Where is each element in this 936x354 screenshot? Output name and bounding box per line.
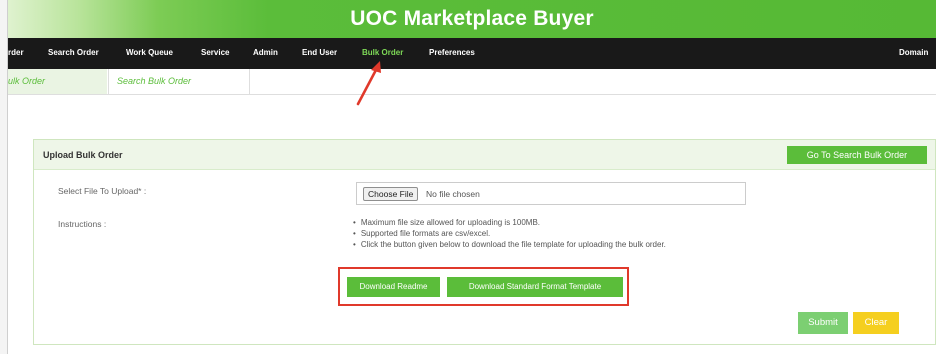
- download-readme-button[interactable]: Download Readme: [347, 277, 440, 297]
- panel-header: Upload Bulk Order Go To Search Bulk Orde…: [34, 140, 935, 170]
- instruction-item: Click the button given below to download…: [353, 239, 666, 250]
- nav-item-domain[interactable]: Domain: [899, 48, 928, 57]
- nav-item-end-user[interactable]: End User: [302, 48, 337, 57]
- nav-item-admin[interactable]: Admin: [253, 48, 278, 57]
- go-to-search-bulk-order-button[interactable]: Go To Search Bulk Order: [787, 146, 927, 164]
- nav-item-work-queue[interactable]: Work Queue: [126, 48, 173, 57]
- instruction-item: Maximum file size allowed for uploading …: [353, 217, 666, 228]
- clear-button[interactable]: Clear: [853, 312, 899, 334]
- instructions-label: Instructions :: [58, 219, 107, 229]
- panel-title: Upload Bulk Order: [43, 150, 123, 160]
- choose-file-button[interactable]: Choose File: [363, 187, 419, 201]
- sub-tabs: ulk Order Search Bulk Order: [8, 69, 936, 95]
- main-navbar: rder Search Order Work Queue Service Adm…: [8, 38, 936, 69]
- tab-bulk-order[interactable]: ulk Order: [8, 69, 107, 94]
- app-title: UOC Marketplace Buyer: [350, 7, 594, 30]
- nav-item-bulk-order[interactable]: Bulk Order: [362, 48, 403, 57]
- file-input[interactable]: Choose File No file chosen: [356, 182, 746, 205]
- download-template-button[interactable]: Download Standard Format Template: [447, 277, 623, 297]
- red-arrow-icon: [356, 61, 381, 106]
- instructions-list: Maximum file size allowed for uploading …: [353, 217, 666, 250]
- no-file-chosen-text: No file chosen: [426, 189, 480, 199]
- upload-bulk-order-panel: Upload Bulk Order Go To Search Bulk Orde…: [33, 139, 936, 345]
- app-header: UOC Marketplace Buyer: [8, 0, 936, 38]
- submit-button[interactable]: Submit: [798, 312, 848, 334]
- instruction-item: Supported file formats are csv/excel.: [353, 228, 666, 239]
- window-left-edge: [0, 0, 8, 354]
- nav-item-search-order[interactable]: Search Order: [48, 48, 99, 57]
- nav-item-order[interactable]: rder: [8, 48, 24, 57]
- nav-item-service[interactable]: Service: [201, 48, 229, 57]
- tab-search-bulk-order[interactable]: Search Bulk Order: [108, 69, 250, 94]
- file-upload-label: Select File To Upload* :: [58, 186, 147, 196]
- nav-item-preferences[interactable]: Preferences: [429, 48, 475, 57]
